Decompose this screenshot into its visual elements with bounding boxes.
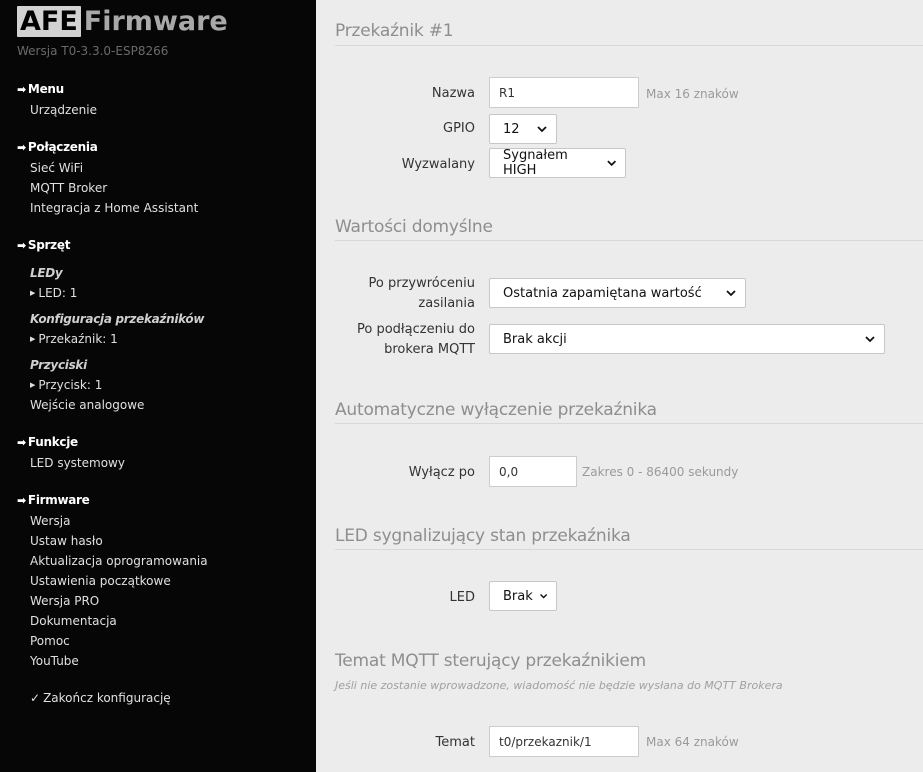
auto-off-hint: Zakres 0 - 86400 sekundy [582, 465, 739, 479]
mqtt-connect-select[interactable]: Brak akcji [489, 324, 885, 354]
relay-name-input[interactable]: R1 [489, 77, 639, 108]
sidebar-item-version[interactable]: Wersja [30, 514, 70, 528]
mqtt-topic-note: Jeśli nie zostanie wprowadzone, wiadomoś… [335, 679, 783, 692]
sidebar-item-home-assistant[interactable]: Integracja z Home Assistant [30, 201, 198, 215]
trigger-selected-value: Sygnałem HIGH [503, 148, 568, 178]
firmware-heading: ➡ Firmware [17, 493, 90, 507]
app-logo: AFE Firmware [17, 5, 228, 37]
checkmark-icon: ✓ [30, 691, 41, 705]
triangle-right-icon: ▶ [30, 289, 36, 297]
mqtt-topic-section-title: Temat MQTT sterujący przekaźnikiem [335, 651, 646, 671]
topic-label: Temat [435, 735, 475, 750]
sidebar-item-button-1[interactable]: ▶ Przycisk: 1 [30, 378, 102, 392]
sidebar-item-wifi[interactable]: Sieć WiFi [30, 161, 83, 175]
arrow-right-icon: ➡ [17, 494, 26, 507]
auto-off-section-title: Automatyczne wyłączenie przekaźnika [335, 400, 657, 420]
menu-heading: ➡ Menu [17, 82, 64, 96]
sidebar-item-device[interactable]: Urządzenie [30, 103, 97, 117]
mqtt-topic-input[interactable]: t0/przekaznik/1 [489, 726, 639, 757]
led-select[interactable]: Brak [489, 581, 557, 611]
led-selected-value: Brak [503, 588, 533, 604]
power-restore-label: Po przywróceniu zasilania [368, 276, 475, 311]
sidebar-item-mqtt-broker[interactable]: MQTT Broker [30, 181, 107, 195]
firmware-version: Wersja T0-3.3.0-ESP8266 [17, 44, 169, 58]
mqtt-topic-hint: Max 64 znaków [646, 735, 739, 749]
finish-configuration-link[interactable]: ✓ Zakończ konfigurację [30, 691, 171, 705]
name-label: Nazwa [431, 86, 475, 101]
divider [335, 240, 923, 241]
hardware-heading: ➡ Sprzęt [17, 238, 71, 252]
trigger-label: Wyzwalany [401, 157, 475, 172]
chevron-down-icon [865, 336, 875, 343]
sidebar: AFE Firmware Wersja T0-3.3.0-ESP8266 ➡ Me… [0, 0, 316, 772]
gpio-select[interactable]: 12 [489, 114, 557, 144]
arrow-right-icon: ➡ [17, 239, 26, 252]
gpio-label: GPIO [443, 121, 475, 136]
buttons-subheading: Przyciski [30, 358, 87, 372]
sidebar-item-pro-version[interactable]: Wersja PRO [30, 594, 99, 608]
trigger-select[interactable]: Sygnałem HIGH [489, 148, 626, 178]
main-content: Przekaźnik #1 Nazwa R1 Max 16 znaków GPI… [316, 0, 923, 772]
logo-text: Firmware [83, 5, 228, 37]
sidebar-item-led-1[interactable]: ▶ LED: 1 [30, 286, 77, 300]
relays-subheading: Konfiguracja przekaźników [30, 312, 205, 326]
sidebar-item-firmware-update[interactable]: Aktualizacja oprogramowania [30, 554, 208, 568]
chevron-down-icon [606, 160, 616, 167]
mqtt-connect-selected-value: Brak akcji [503, 331, 567, 347]
auto-off-label: Wyłącz po [408, 465, 475, 480]
sidebar-item-initial-settings[interactable]: Ustawienia początkowe [30, 574, 171, 588]
divider [335, 549, 923, 550]
defaults-section-title: Wartości domyślne [335, 217, 493, 237]
power-restore-selected-value: Ostatnia zapamiętana wartość [503, 285, 702, 301]
logo-box: AFE [17, 5, 81, 37]
divider [335, 45, 923, 46]
chevron-down-icon [537, 126, 547, 133]
chevron-down-icon [726, 290, 736, 297]
relay-section-title: Przekaźnik #1 [335, 21, 454, 41]
arrow-right-icon: ➡ [17, 83, 26, 96]
sidebar-item-system-led[interactable]: LED systemowy [30, 456, 125, 470]
connections-heading: ➡ Połączenia [17, 140, 98, 154]
sidebar-item-analog-input[interactable]: Wejście analogowe [30, 398, 144, 412]
sidebar-item-help[interactable]: Pomoc [30, 634, 70, 648]
sidebar-item-relay-1[interactable]: ▶ Przekaźnik: 1 [30, 332, 118, 346]
mqtt-connect-label: Po podłączeniu do brokera MQTT [357, 322, 475, 357]
sidebar-item-set-password[interactable]: Ustaw hasło [30, 534, 103, 548]
triangle-right-icon: ▶ [30, 381, 36, 389]
sidebar-item-documentation[interactable]: Dokumentacja [30, 614, 117, 628]
led-label: LED [449, 590, 475, 605]
functions-heading: ➡ Funkcje [17, 435, 78, 449]
name-hint: Max 16 znaków [646, 87, 739, 101]
arrow-right-icon: ➡ [17, 436, 26, 449]
auto-off-input[interactable]: 0,0 [489, 456, 577, 487]
chevron-down-icon [539, 593, 547, 599]
led-state-section-title: LED sygnalizujący stan przekaźnika [335, 526, 631, 546]
power-restore-select[interactable]: Ostatnia zapamiętana wartość [489, 278, 746, 308]
triangle-right-icon: ▶ [30, 335, 36, 343]
gpio-selected-value: 12 [503, 121, 520, 137]
sidebar-item-youtube[interactable]: YouTube [30, 654, 79, 668]
divider [335, 423, 923, 424]
arrow-right-icon: ➡ [17, 141, 26, 154]
leds-subheading: LEDy [30, 266, 63, 280]
